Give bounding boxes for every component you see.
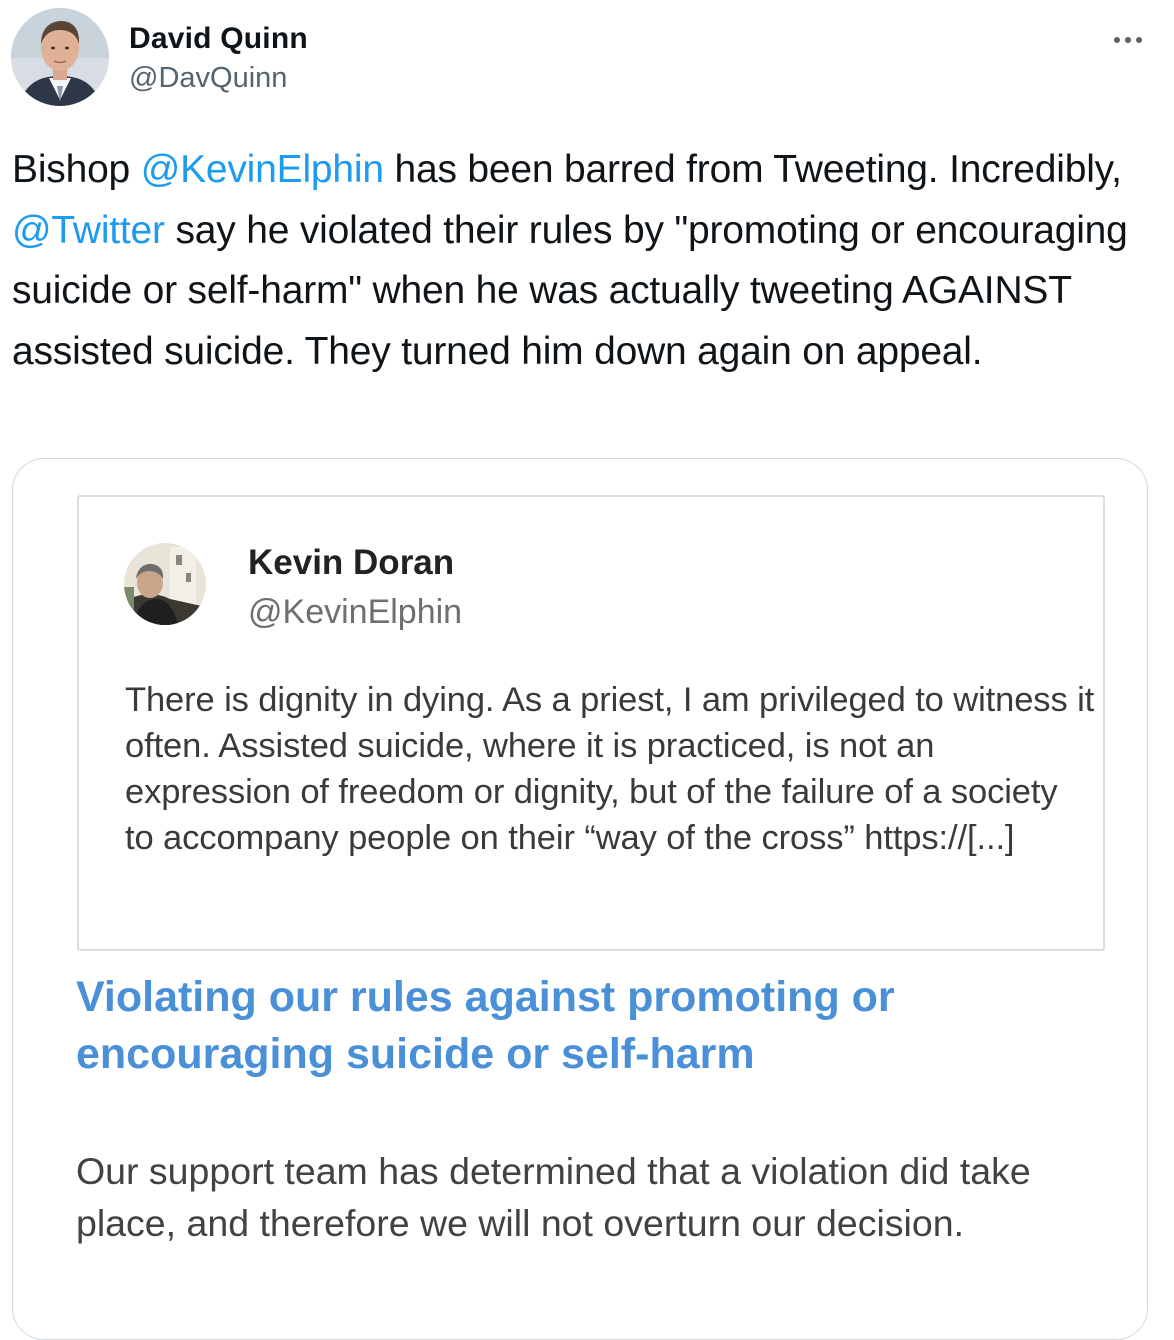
author-handle[interactable]: @DavQuinn bbox=[129, 62, 287, 95]
author-avatar[interactable] bbox=[11, 8, 109, 106]
inner-avatar-image bbox=[124, 543, 206, 625]
mention-twitter-link[interactable]: @Twitter bbox=[12, 209, 165, 252]
inner-tweet-avatar bbox=[124, 543, 206, 625]
tweet-text-part: Bishop bbox=[12, 148, 141, 191]
tweet-text-part: say he violated their rules by "promotin… bbox=[12, 208, 1128, 373]
mention-kevinelphin-link[interactable]: @KevinElphin bbox=[141, 148, 384, 191]
attached-image[interactable]: Kevin Doran @KevinElphin There is dignit… bbox=[12, 458, 1148, 1340]
inner-tweet-text: There is dignity in dying. As a priest, … bbox=[125, 681, 1095, 857]
support-team-message: Our support team has determined that a v… bbox=[76, 1150, 1031, 1244]
image-bottom-fade bbox=[13, 1259, 1147, 1339]
tweet-text: Bishop @KevinElphin has been barred from… bbox=[12, 140, 1162, 382]
author-name[interactable]: David Quinn bbox=[129, 22, 308, 56]
more-horizontal-icon bbox=[1114, 37, 1142, 43]
author-avatar-image bbox=[11, 8, 109, 106]
embedded-tweet-screenshot: Kevin Doran @KevinElphin There is dignit… bbox=[77, 495, 1105, 951]
tweet: David Quinn @DavQuinn Bishop @KevinElphi… bbox=[0, 0, 1174, 1340]
violation-heading: Violating our rules against promoting or… bbox=[76, 973, 895, 1078]
more-options-button[interactable] bbox=[1106, 20, 1150, 60]
inner-tweet-author-handle: @KevinElphin bbox=[248, 593, 463, 631]
tweet-text-part: has been barred from Tweeting. Incredibl… bbox=[383, 148, 1122, 191]
inner-tweet-author-name: Kevin Doran bbox=[248, 543, 455, 582]
